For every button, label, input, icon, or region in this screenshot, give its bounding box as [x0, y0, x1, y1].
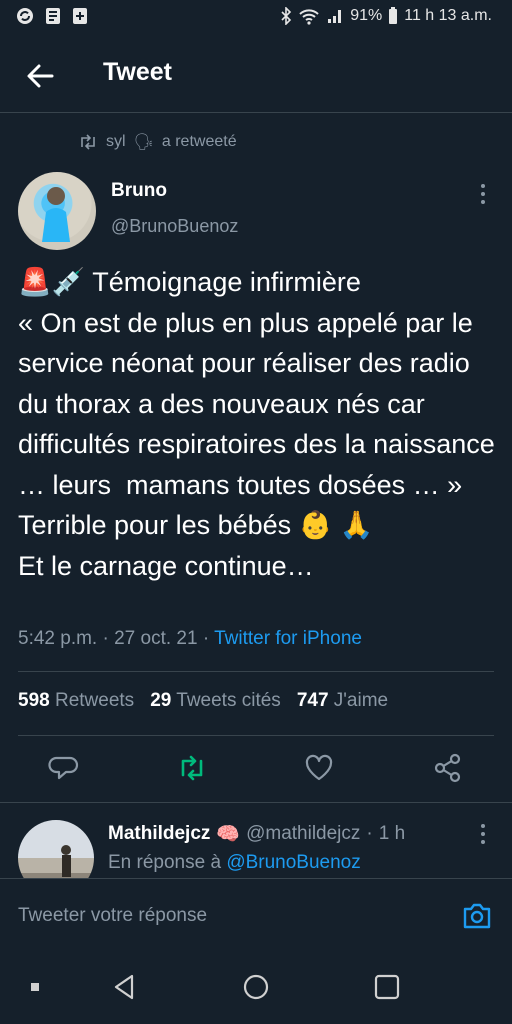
wifi-icon	[299, 9, 319, 25]
reply-compose-bar[interactable]: Tweeter votre réponse	[0, 878, 512, 953]
reply-time: 1 h	[378, 823, 406, 844]
in-reply-handle[interactable]: @BrunoBuenoz	[226, 852, 360, 873]
clock: 11 h 13 a.m.	[404, 7, 492, 24]
battery-icon	[389, 7, 398, 24]
likes-label: J'aime	[333, 690, 389, 711]
reply-input[interactable]: Tweeter votre réponse	[18, 905, 207, 927]
like-icon[interactable]	[303, 752, 335, 784]
bluetooth-icon	[281, 7, 292, 25]
meta-separator: ·	[102, 628, 115, 649]
page-title: Tweet	[103, 58, 172, 86]
reply-author-handle[interactable]: @mathildejcz	[246, 823, 360, 845]
retweets-label: Retweets	[54, 690, 135, 711]
tweet-date: 27 oct. 21	[114, 628, 198, 649]
app-header: Tweet	[0, 40, 512, 113]
retweets-count: 598	[18, 690, 50, 711]
system-nav-bar	[0, 952, 512, 1024]
more-options-icon[interactable]	[474, 822, 492, 846]
status-icons-left	[16, 7, 88, 25]
quotes-label: Tweets cités	[176, 690, 281, 711]
retweet-icon	[81, 134, 95, 150]
more-options-icon[interactable]	[474, 182, 492, 206]
news-icon	[46, 8, 60, 24]
share-icon[interactable]	[432, 752, 464, 784]
retweeter-name: syl	[106, 133, 126, 150]
author-handle[interactable]: @BrunoBuenoz	[111, 216, 238, 237]
retweeted-label: a retweeté	[161, 133, 237, 150]
quotes-count: 29	[150, 690, 172, 711]
reply-icon[interactable]	[48, 752, 80, 784]
divider	[18, 735, 494, 736]
in-reply-to: En réponse à @BrunoBuenoz	[108, 852, 361, 874]
tweet-text: 🚨💉 Témoignage infirmière « On est de plu…	[18, 267, 495, 581]
battery-percent: 91%	[350, 7, 383, 24]
divider	[0, 802, 512, 803]
likes-stat[interactable]: 747 J'aime	[297, 690, 388, 712]
tweet-meta: 5:42 p.m. · 27 oct. 21 · Twitter for iPh…	[18, 628, 362, 650]
status-bar: 91% 11 h 13 a.m.	[0, 0, 512, 34]
camera-icon[interactable]	[460, 899, 494, 933]
sync-icon	[17, 8, 33, 24]
tweet-source[interactable]: Twitter for iPhone	[214, 628, 362, 649]
meta-separator: ·	[202, 628, 215, 649]
reply-author-emoji: 🧠	[216, 824, 241, 845]
retweets-stat[interactable]: 598 Retweets	[18, 690, 134, 712]
likes-count: 747	[296, 690, 329, 711]
avatar-figure	[42, 187, 70, 242]
status-icons-right: 91% 11 h 13 a.m.	[280, 7, 492, 25]
divider	[18, 671, 494, 672]
author-avatar[interactable]	[18, 172, 96, 250]
retweet-action-icon[interactable]	[176, 752, 208, 784]
reply-header: Mathildejcz 🧠 @mathildejcz · 1 h	[108, 822, 405, 846]
tweet-time: 5:42 p.m.	[18, 628, 98, 649]
in-reply-prefix: En réponse à	[108, 852, 222, 873]
reply-separator: ·	[366, 823, 373, 844]
retweet-context[interactable]: syl 🗣 a retweeté	[78, 132, 237, 152]
tweet-actions	[0, 752, 512, 788]
author-name[interactable]: Bruno	[111, 180, 167, 202]
quotes-stat[interactable]: 29 Tweets cités	[150, 690, 281, 712]
retweeter-emoji: 🗣	[133, 134, 154, 151]
tweet-stats: 598 Retweets 29 Tweets cités 747 J'aime	[18, 690, 388, 712]
nav-recents-icon[interactable]	[372, 972, 402, 1002]
signal-icon	[328, 10, 342, 23]
menu-square-icon[interactable]	[28, 980, 42, 994]
plus-box-icon	[73, 8, 87, 24]
back-arrow-icon[interactable]	[24, 60, 56, 92]
nav-back-icon[interactable]	[110, 972, 140, 1002]
nav-home-icon[interactable]	[241, 972, 271, 1002]
reply-author-name[interactable]: Mathildejcz	[108, 823, 210, 845]
